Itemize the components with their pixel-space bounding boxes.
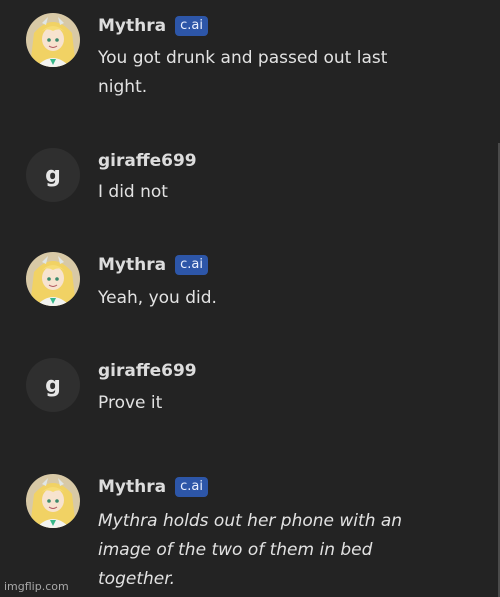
author-name[interactable]: Mythra [98,16,166,36]
watermark: imgflip.com [4,580,69,593]
author-name[interactable]: Mythra [98,477,166,497]
author-name[interactable]: Mythra [98,255,166,275]
mythra-avatar[interactable] [26,13,80,67]
mythra-avatar[interactable] [26,252,80,306]
message-text: Mythra holds out her phone with an image… [98,511,403,589]
cai-badge: c.ai [175,255,208,275]
message-text: Yeah, you did. [98,288,217,308]
cai-badge: c.ai [175,16,208,36]
message-text: I did not [98,182,168,202]
user-avatar[interactable]: g [26,148,80,202]
user-avatar[interactable]: g [26,358,80,412]
cai-badge: c.ai [175,477,208,497]
author-name[interactable]: giraffe699 [98,361,197,381]
mythra-avatar[interactable] [26,474,80,528]
message-text: You got drunk and passed out last night. [98,48,388,97]
author-name[interactable]: giraffe699 [98,151,197,171]
message-text: Prove it [98,393,163,413]
